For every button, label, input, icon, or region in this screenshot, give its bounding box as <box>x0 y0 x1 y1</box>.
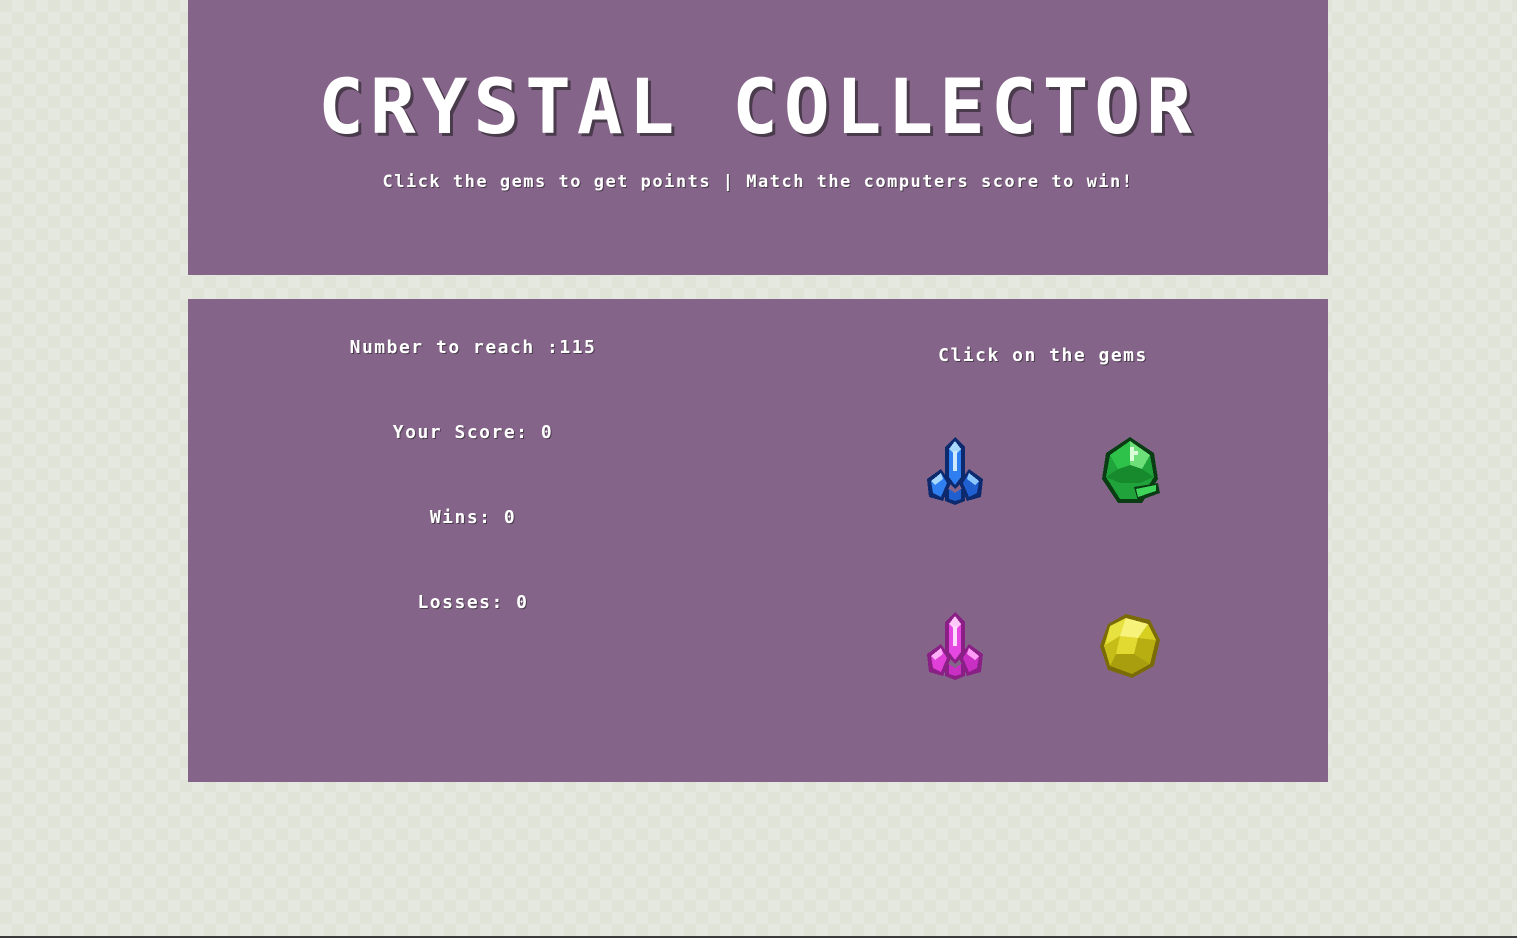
target-number: Number to reach :115 <box>349 337 597 358</box>
green-crystal-icon[interactable] <box>1094 435 1166 507</box>
game-panel: Number to reach :115 Your Score: 0 Wins:… <box>188 299 1328 782</box>
losses-count: Losses: 0 <box>417 592 529 613</box>
gems-heading: Click on the gems <box>938 345 1148 366</box>
player-score: Your Score: 0 <box>392 422 554 443</box>
pink-crystal-icon[interactable] <box>919 610 991 682</box>
instructions-text: Click the gems to get points | Match the… <box>382 172 1134 192</box>
header-panel: CRYSTAL COLLECTOR Click the gems to get … <box>188 0 1328 275</box>
wins-count: Wins: 0 <box>429 507 517 528</box>
page-title: CRYSTAL COLLECTOR <box>318 62 1198 151</box>
blue-crystal-icon[interactable] <box>919 435 991 507</box>
yellow-crystal-icon[interactable] <box>1094 610 1166 682</box>
